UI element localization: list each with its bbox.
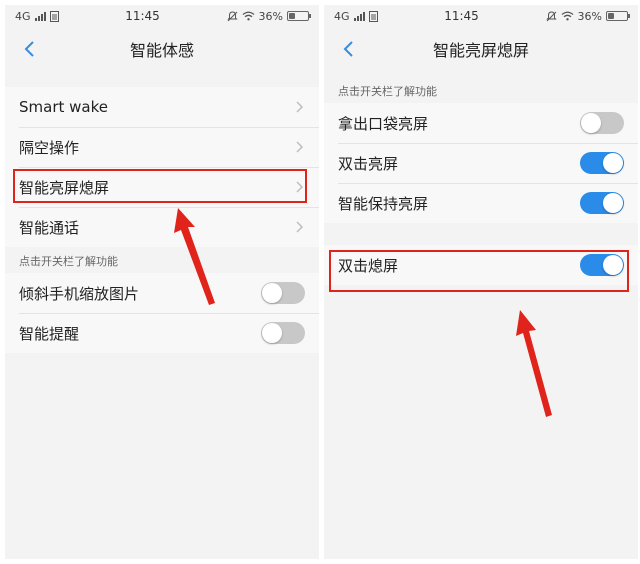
nav-bar: 智能体感 bbox=[5, 27, 319, 71]
chevron-right-icon bbox=[296, 221, 303, 233]
settings-item-label: Smart wake bbox=[19, 98, 108, 116]
mute-bell-icon bbox=[545, 10, 557, 21]
page-title: 智能亮屏熄屏 bbox=[432, 41, 529, 60]
toggle-label: 双击亮屏 bbox=[338, 154, 399, 173]
tilt-zoom-toggle[interactable] bbox=[261, 282, 305, 304]
nav-bar: 智能亮屏熄屏 bbox=[324, 27, 638, 71]
back-arrow-icon[interactable] bbox=[338, 38, 360, 60]
toggle-list-secondary: 双击熄屏 bbox=[324, 245, 638, 285]
toggle-knob bbox=[262, 323, 282, 343]
status-time: 11:45 bbox=[444, 9, 479, 23]
toggle-knob bbox=[603, 255, 623, 275]
settings-item-smart-screen[interactable]: 智能亮屏熄屏 bbox=[5, 167, 319, 207]
network-type: 4G bbox=[334, 9, 350, 23]
pocket-wake-toggle[interactable] bbox=[580, 112, 624, 134]
right-phone-screen: 4G 11:45 36% 智能亮屏熄屏 点击开关栏了解功能 拿出口袋亮屏 双击亮… bbox=[324, 5, 638, 559]
toggle-row-smart-stay-awake[interactable]: 智能保持亮屏 bbox=[324, 183, 638, 223]
toggle-list: 拿出口袋亮屏 双击亮屏 智能保持亮屏 bbox=[324, 103, 638, 223]
network-type: 4G bbox=[15, 9, 31, 23]
double-tap-wake-toggle[interactable] bbox=[580, 152, 624, 174]
toggle-row-tilt-zoom[interactable]: 倾斜手机缩放图片 bbox=[5, 273, 319, 313]
toggle-label: 拿出口袋亮屏 bbox=[338, 114, 429, 133]
settings-item-smart-wake[interactable]: Smart wake bbox=[5, 87, 319, 127]
settings-item-label: 智能通话 bbox=[19, 218, 80, 237]
toggle-label: 双击熄屏 bbox=[338, 256, 399, 275]
toggle-row-double-tap-wake[interactable]: 双击亮屏 bbox=[324, 143, 638, 183]
settings-item-label: 智能亮屏熄屏 bbox=[19, 178, 110, 197]
double-tap-sleep-toggle[interactable] bbox=[580, 254, 624, 276]
sim-icon bbox=[49, 10, 59, 22]
settings-list: Smart wake 隔空操作 智能亮屏熄屏 智能通话 bbox=[5, 87, 319, 247]
section-header: 点击开关栏了解功能 bbox=[19, 255, 118, 268]
status-time: 11:45 bbox=[125, 9, 160, 23]
toggle-row-double-tap-sleep[interactable]: 双击熄屏 bbox=[324, 245, 638, 285]
left-phone-screen: 4G 11:45 36% 智能体感 Smart wake 隔空操作 智能亮屏熄屏 bbox=[5, 5, 319, 559]
toggle-label: 智能提醒 bbox=[19, 324, 80, 343]
chevron-right-icon bbox=[296, 101, 303, 113]
chevron-right-icon bbox=[296, 141, 303, 153]
signal-icon bbox=[353, 11, 365, 21]
toggle-list: 倾斜手机缩放图片 智能提醒 bbox=[5, 273, 319, 353]
back-arrow-icon[interactable] bbox=[19, 38, 41, 60]
battery-icon bbox=[605, 11, 630, 21]
battery-percent: 36% bbox=[258, 9, 283, 23]
sim-icon bbox=[368, 10, 378, 22]
smart-stay-awake-toggle[interactable] bbox=[580, 192, 624, 214]
battery-fill bbox=[288, 13, 296, 19]
settings-item-air-gesture[interactable]: 隔空操作 bbox=[5, 127, 319, 167]
battery-fill bbox=[607, 13, 615, 19]
section-header: 点击开关栏了解功能 bbox=[338, 85, 437, 98]
chevron-right-icon bbox=[296, 181, 303, 193]
battery-percent: 36% bbox=[577, 9, 602, 23]
status-bar: 4G 11:45 36% bbox=[5, 5, 319, 27]
mute-bell-icon bbox=[226, 10, 238, 21]
toggle-knob bbox=[262, 283, 282, 303]
toggle-label: 倾斜手机缩放图片 bbox=[19, 284, 140, 303]
toggle-knob bbox=[581, 113, 601, 133]
smart-reminder-toggle[interactable] bbox=[261, 322, 305, 344]
status-bar: 4G 11:45 36% bbox=[324, 5, 638, 27]
page-title: 智能体感 bbox=[129, 41, 194, 60]
toggle-row-smart-reminder[interactable]: 智能提醒 bbox=[5, 313, 319, 353]
toggle-label: 智能保持亮屏 bbox=[338, 194, 429, 213]
settings-item-label: 隔空操作 bbox=[19, 138, 80, 157]
red-arrow-annotation bbox=[516, 310, 552, 417]
settings-item-smart-call[interactable]: 智能通话 bbox=[5, 207, 319, 247]
wifi-icon bbox=[242, 11, 254, 21]
toggle-knob bbox=[603, 153, 623, 173]
toggle-knob bbox=[603, 193, 623, 213]
toggle-row-pocket-wake[interactable]: 拿出口袋亮屏 bbox=[324, 103, 638, 143]
wifi-icon bbox=[561, 11, 573, 21]
battery-icon bbox=[286, 11, 311, 21]
signal-icon bbox=[34, 11, 46, 21]
